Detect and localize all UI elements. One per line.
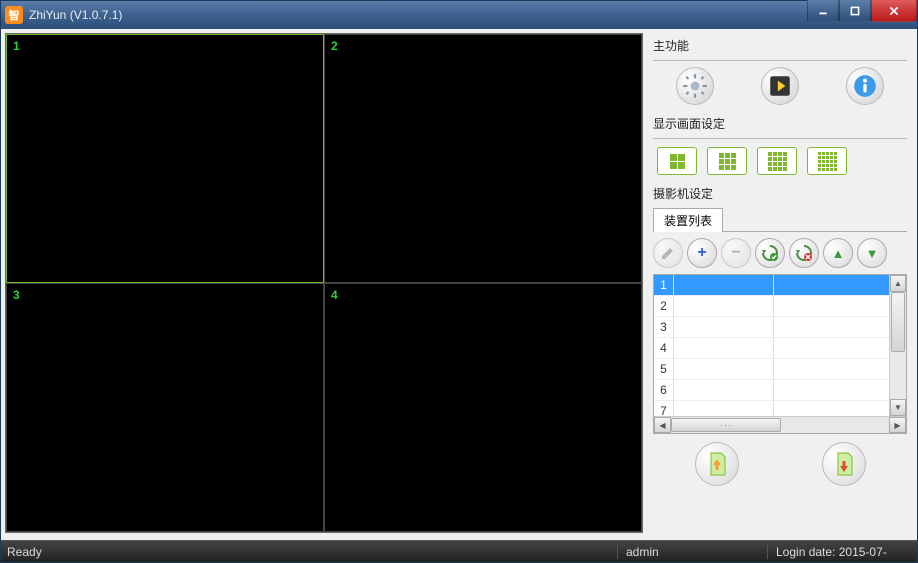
- move-down-button[interactable]: ▼: [857, 238, 887, 268]
- row-header: 4: [654, 338, 674, 358]
- row-header: 5: [654, 359, 674, 379]
- edit-button[interactable]: [653, 238, 683, 268]
- row-header: 1: [654, 275, 674, 295]
- play-button[interactable]: [761, 67, 799, 105]
- video-cell-1[interactable]: 1: [6, 34, 324, 283]
- table-row[interactable]: 1: [654, 275, 906, 296]
- cell: [774, 275, 906, 295]
- table-row[interactable]: 3: [654, 317, 906, 338]
- grid-2x2-button[interactable]: [657, 147, 697, 175]
- pencil-icon: [660, 245, 676, 261]
- doc-up-icon: [703, 450, 731, 478]
- cell: [674, 359, 774, 379]
- minimize-button[interactable]: [807, 0, 839, 22]
- close-button[interactable]: [871, 0, 917, 22]
- video-cell-3[interactable]: 3: [6, 283, 324, 532]
- move-up-button[interactable]: ▲: [823, 238, 853, 268]
- scroll-down-button[interactable]: ▼: [890, 399, 906, 416]
- vertical-scrollbar[interactable]: ▲ ▼: [889, 275, 906, 416]
- video-cell-2[interactable]: 2: [324, 34, 642, 283]
- sidebar: 主功能 显示画面设定 摄影机设定: [643, 29, 917, 540]
- app-icon: 智: [5, 6, 23, 24]
- grid-5x5-button[interactable]: [807, 147, 847, 175]
- scroll-thumb[interactable]: [891, 292, 905, 352]
- cell-label: 2: [331, 39, 338, 53]
- status-user: admin: [617, 545, 767, 559]
- titlebar[interactable]: 智 ZhiYun (V1.0.7.1): [1, 1, 917, 29]
- table-row[interactable]: 4: [654, 338, 906, 359]
- play-icon: [767, 73, 793, 99]
- cell: [674, 401, 774, 416]
- refresh-err-button[interactable]: [789, 238, 819, 268]
- refresh-ok-icon: [761, 244, 779, 262]
- remove-button[interactable]: −: [721, 238, 751, 268]
- info-icon: [852, 73, 878, 99]
- row-header: 3: [654, 317, 674, 337]
- row-header: 7: [654, 401, 674, 416]
- cell-label: 3: [13, 288, 20, 302]
- table-row[interactable]: 6: [654, 380, 906, 401]
- display-settings-title: 显示画面设定: [653, 115, 907, 132]
- cell: [674, 296, 774, 316]
- cell: [774, 317, 906, 337]
- cell-label: 1: [13, 39, 20, 53]
- row-header: 2: [654, 296, 674, 316]
- cell-label: 4: [331, 288, 338, 302]
- window-title: ZhiYun (V1.0.7.1): [29, 8, 807, 22]
- cell: [674, 338, 774, 358]
- grid-3x3-icon: [719, 153, 736, 170]
- cell: [774, 380, 906, 400]
- status-bar: Ready admin Login date: 2015-07-: [1, 540, 917, 562]
- table-row[interactable]: 7: [654, 401, 906, 416]
- export-button[interactable]: [695, 442, 739, 486]
- refresh-err-icon: [795, 244, 813, 262]
- status-ready: Ready: [1, 545, 617, 559]
- device-table: 1234567 ▲ ▼ ◀ ··· ▶: [653, 274, 907, 434]
- gear-icon: [682, 73, 708, 99]
- doc-down-icon: [830, 450, 858, 478]
- table-row[interactable]: 2: [654, 296, 906, 317]
- settings-button[interactable]: [676, 67, 714, 105]
- info-button[interactable]: [846, 67, 884, 105]
- cell: [774, 359, 906, 379]
- row-header: 6: [654, 380, 674, 400]
- table-row[interactable]: 5: [654, 359, 906, 380]
- cell: [674, 380, 774, 400]
- video-grid: 1 2 3 4: [5, 33, 643, 533]
- cell: [674, 275, 774, 295]
- video-cell-4[interactable]: 4: [324, 283, 642, 532]
- refresh-ok-button[interactable]: [755, 238, 785, 268]
- cell: [774, 338, 906, 358]
- camera-settings-title: 摄影机设定: [653, 185, 907, 202]
- grid-5x5-icon: [818, 152, 837, 171]
- import-button[interactable]: [822, 442, 866, 486]
- status-login-date: Login date: 2015-07-: [767, 545, 917, 559]
- grid-3x3-button[interactable]: [707, 147, 747, 175]
- cell: [774, 401, 906, 416]
- grid-4x4-icon: [768, 152, 787, 171]
- cell: [674, 317, 774, 337]
- scroll-left-button[interactable]: ◀: [654, 417, 671, 433]
- main-functions-title: 主功能: [653, 37, 907, 54]
- grid-2x2-icon: [670, 154, 685, 169]
- hscroll-thumb[interactable]: ···: [671, 418, 781, 432]
- cell: [774, 296, 906, 316]
- app-window: 智 ZhiYun (V1.0.7.1) 1 2 3 4 主功能: [0, 0, 918, 563]
- scroll-up-button[interactable]: ▲: [890, 275, 906, 292]
- grid-4x4-button[interactable]: [757, 147, 797, 175]
- add-button[interactable]: +: [687, 238, 717, 268]
- maximize-button[interactable]: [839, 0, 871, 22]
- scroll-right-button[interactable]: ▶: [889, 417, 906, 433]
- tab-device-list[interactable]: 装置列表: [653, 208, 723, 232]
- horizontal-scrollbar[interactable]: ◀ ··· ▶: [654, 416, 906, 433]
